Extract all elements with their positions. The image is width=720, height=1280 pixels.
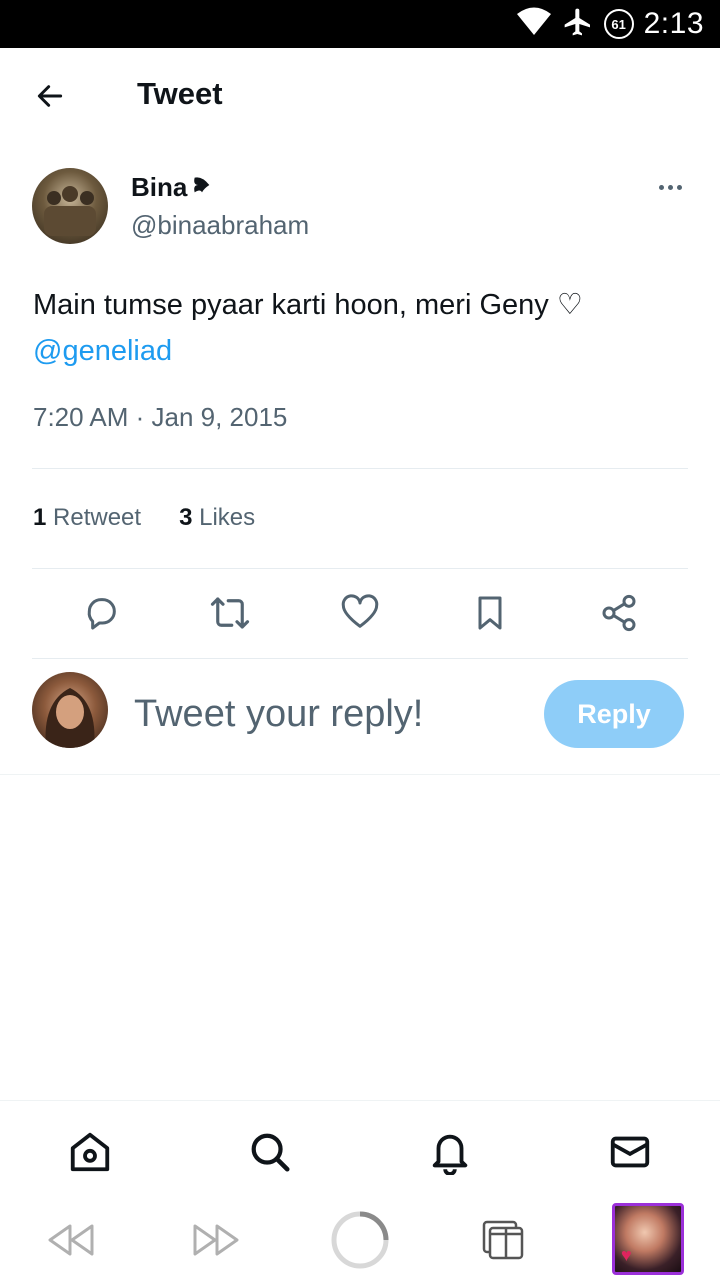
- divider: [32, 468, 688, 469]
- nav-search-button[interactable]: [245, 1129, 295, 1179]
- reply-submit-button[interactable]: Reply: [544, 680, 684, 748]
- heart-emoji-icon: [191, 172, 213, 203]
- author-name[interactable]: Bina: [131, 172, 213, 203]
- more-options-button[interactable]: [650, 172, 690, 202]
- header: Tweet: [0, 48, 720, 146]
- author-avatar[interactable]: [32, 168, 108, 244]
- loading-button[interactable]: [324, 1206, 396, 1278]
- system-bar: ♥: [0, 1200, 720, 1280]
- messages-icon: [607, 1129, 653, 1180]
- author-handle[interactable]: @binaabraham: [131, 210, 309, 241]
- heart-sticker-icon: ♥: [621, 1245, 632, 1265]
- mention-link[interactable]: @geneliad: [33, 328, 688, 374]
- rewind-icon: [44, 1220, 98, 1265]
- tweet-text: Main tumse pyaar karti hoon, meri Geny ♡…: [33, 282, 688, 374]
- likes-label: Likes: [199, 504, 256, 531]
- home-icon: [67, 1129, 113, 1180]
- search-icon: [247, 1129, 293, 1180]
- tweet-actions: [32, 590, 688, 640]
- tweet-body: Main tumse pyaar karti hoon, meri Geny ♡: [33, 289, 583, 321]
- retweet-icon: [209, 592, 251, 639]
- dot: [676, 184, 682, 190]
- share-button[interactable]: [594, 590, 644, 640]
- battery-icon: 61: [603, 9, 634, 39]
- divider: [32, 568, 688, 569]
- like-icon: [340, 593, 380, 638]
- loading-icon: [329, 1209, 391, 1276]
- nav-messages-button[interactable]: [605, 1129, 655, 1179]
- battery-level: 61: [611, 16, 626, 32]
- dot: [667, 184, 673, 190]
- app-thumbnail[interactable]: ♥: [612, 1203, 684, 1275]
- author-name-text: Bina: [131, 172, 188, 202]
- retweet-label: Retweet: [53, 504, 142, 531]
- status-time: 2:13: [643, 7, 704, 40]
- back-button[interactable]: [30, 78, 70, 118]
- notifications-icon: [427, 1129, 473, 1180]
- nav-notifications-button[interactable]: [425, 1129, 475, 1179]
- retweet-button[interactable]: [205, 590, 255, 640]
- likes-stat[interactable]: 3 Likes: [179, 504, 255, 532]
- dot: [658, 184, 664, 190]
- user-avatar[interactable]: [32, 672, 108, 748]
- page-title: Tweet: [137, 76, 223, 111]
- wifi-icon: [516, 7, 552, 42]
- rewind-button[interactable]: [35, 1206, 107, 1278]
- status-bar: 61 2:13: [0, 0, 720, 48]
- divider: [32, 658, 688, 659]
- status-icons: 61 2:13: [516, 0, 704, 48]
- retweet-stat[interactable]: 1 Retweet: [33, 504, 141, 532]
- tweet-timestamp: 7:20 AM · Jan 9, 2015: [33, 402, 288, 432]
- fast-forward-button[interactable]: [180, 1206, 252, 1278]
- airplane-icon: [562, 6, 594, 43]
- nav-home-button[interactable]: [65, 1129, 115, 1179]
- share-icon: [599, 593, 639, 638]
- reply-icon: [81, 593, 121, 638]
- retweet-count: 1: [33, 504, 47, 531]
- likes-count: 3: [179, 504, 193, 531]
- reply-button[interactable]: [76, 590, 126, 640]
- bookmark-icon: [470, 593, 510, 638]
- tabs-button[interactable]: [468, 1206, 540, 1278]
- like-button[interactable]: [335, 590, 385, 640]
- arrow-left-icon: [34, 80, 66, 117]
- reply-input[interactable]: [134, 686, 524, 742]
- bookmark-button[interactable]: [465, 590, 515, 640]
- tabs-icon: [480, 1218, 528, 1267]
- bottom-nav: [0, 1100, 720, 1200]
- divider: [0, 774, 720, 775]
- tweet-stats: 1 Retweet 3 Likes: [33, 504, 255, 532]
- fast-forward-icon: [189, 1220, 243, 1265]
